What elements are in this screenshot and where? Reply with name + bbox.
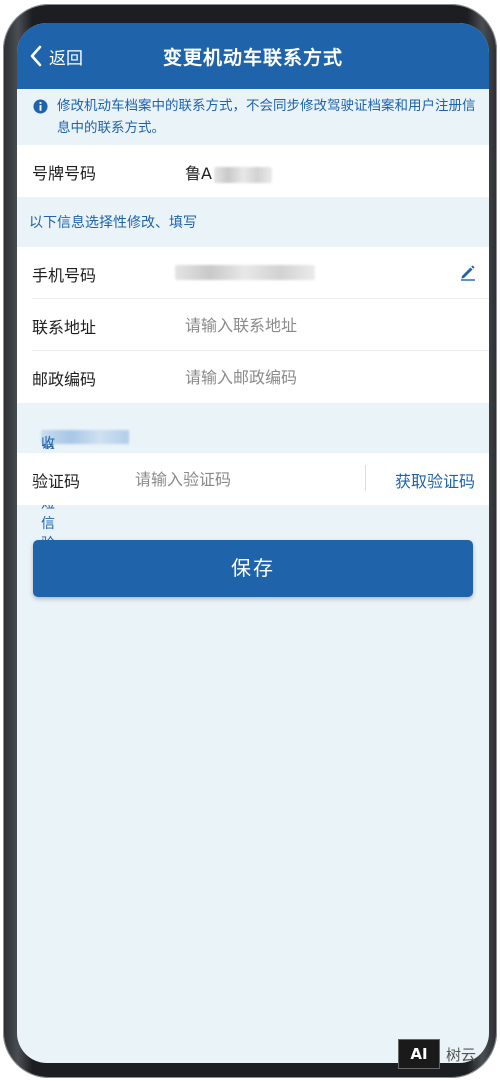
plate-number-label: 号牌号码 xyxy=(32,164,97,183)
page-title: 变更机动车联系方式 xyxy=(162,47,343,69)
plate-number-value: 鲁A xyxy=(185,160,272,184)
navigation-bar: 返回 变更机动车联系方式 xyxy=(17,23,489,89)
vertical-divider xyxy=(365,465,366,491)
address-input[interactable] xyxy=(185,313,445,337)
address-row: 联系地址 xyxy=(17,299,489,351)
watermark-logo: AI xyxy=(398,1039,440,1069)
masked-phone-number xyxy=(175,265,315,280)
get-code-button[interactable]: 获取验证码 xyxy=(395,468,475,492)
verification-code-input[interactable] xyxy=(135,467,355,491)
notice-banner: 修改机动车档案中的联系方式，不会同步修改驾驶证档案和用户注册信息中的联系方式。 xyxy=(17,89,489,145)
sms-hint-section: 请输入收到的短信验证码 xyxy=(17,403,489,592)
postcode-input[interactable] xyxy=(185,365,445,389)
postcode-row: 邮政编码 xyxy=(17,351,489,403)
edit-pen-icon[interactable] xyxy=(459,263,477,281)
masked-plate-digits xyxy=(213,166,272,183)
phone-frame: 返回 变更机动车联系方式 修改机动车档案中的联系方式，不会同步修改驾驶证档案和用… xyxy=(3,4,497,1078)
address-label: 联系地址 xyxy=(32,318,97,337)
watermark-text: 树云 xyxy=(446,1045,477,1064)
optional-hint-section: 以下信息选择性修改、填写 xyxy=(17,197,489,247)
save-button[interactable]: 保存 xyxy=(33,540,473,597)
notice-text: 修改机动车档案中的联系方式，不会同步修改驾驶证档案和用户注册信息中的联系方式。 xyxy=(57,98,476,136)
phone-label: 手机号码 xyxy=(32,266,97,285)
verification-code-label: 验证码 xyxy=(32,472,81,491)
watermark: AI 树云 xyxy=(398,1037,476,1071)
info-icon xyxy=(33,99,48,114)
phone-row[interactable]: 手机号码 xyxy=(17,247,489,299)
verification-code-row: 验证码 获取验证码 xyxy=(17,453,489,505)
postcode-label: 邮政编码 xyxy=(32,370,97,389)
optional-hint-text: 以下信息选择性修改、填写 xyxy=(29,215,197,231)
app-screen: 返回 变更机动车联系方式 修改机动车档案中的联系方式，不会同步修改驾驶证档案和用… xyxy=(17,23,489,1063)
plate-number-row: 号牌号码 鲁A xyxy=(17,145,489,197)
